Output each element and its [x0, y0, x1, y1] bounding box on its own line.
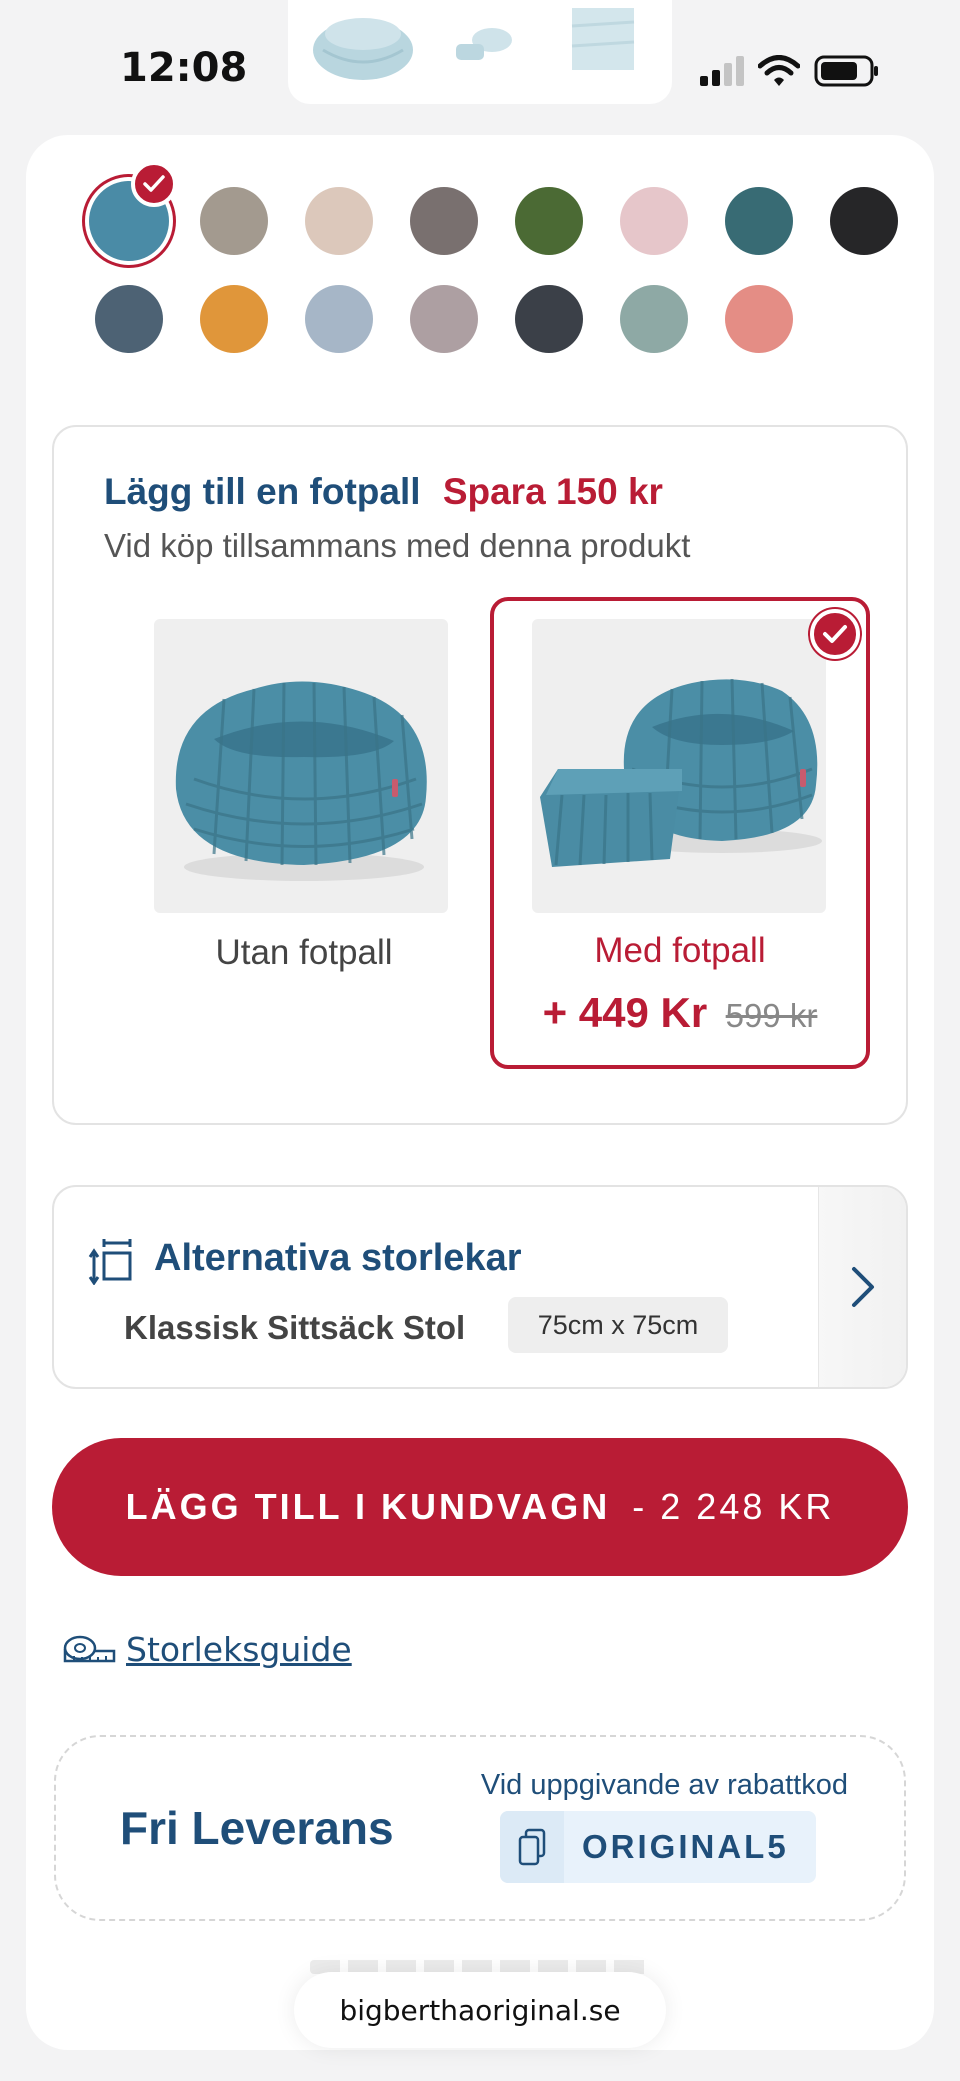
discount-code-label: Vid uppgivande av rabattkod — [480, 1769, 848, 1801]
alternative-sizes[interactable]: Alternativa storlekar Klassisk Sittsäck … — [52, 1185, 908, 1389]
wifi-icon — [758, 55, 800, 86]
color-swatch[interactable] — [725, 187, 793, 255]
color-swatch[interactable] — [305, 187, 373, 255]
product-image-strip — [288, 0, 672, 104]
color-swatch[interactable] — [200, 285, 268, 353]
color-swatch[interactable] — [305, 285, 373, 353]
free-delivery-banner: Fri Leverans Vid uppgivande av rabattkod… — [54, 1735, 906, 1921]
color-swatch[interactable] — [830, 187, 898, 255]
footrest-title: Lägg till en fotpall — [104, 471, 421, 512]
color-swatch[interactable] — [95, 285, 163, 353]
size-dimensions-badge: 75cm x 75cm — [508, 1297, 728, 1353]
resize-icon — [88, 1239, 132, 1285]
footrest-save-badge: Spara 150 kr — [442, 471, 663, 512]
discount-code-box[interactable]: ORIGINAL5 — [500, 1811, 816, 1883]
product-card: Lägg till en fotpall Spara 150 kr Vid kö… — [26, 135, 934, 2050]
product-thumbnail-beanbag-footrest[interactable] — [448, 18, 520, 68]
copy-code-button[interactable] — [500, 1811, 564, 1883]
beanbag-image — [154, 619, 448, 913]
footrest-upsell: Lägg till en fotpall Spara 150 kr Vid kö… — [52, 425, 908, 1125]
signal-icon — [700, 56, 744, 86]
option-price: + 449 Kr 599 kr — [494, 989, 866, 1037]
price-new: + 449 Kr — [542, 989, 708, 1036]
sizes-title: Alternativa storlekar — [154, 1237, 522, 1279]
selected-check-icon — [810, 609, 860, 659]
price-old: 599 kr — [725, 997, 818, 1034]
color-swatch[interactable] — [620, 187, 688, 255]
option-with-footrest[interactable]: Med fotpall + 449 Kr 599 kr — [490, 597, 870, 1069]
color-swatch[interactable] — [725, 285, 793, 353]
color-swatch[interactable] — [410, 285, 478, 353]
status-bar: 12:08 — [0, 0, 960, 135]
chevron-right-icon — [851, 1267, 874, 1307]
tape-measure-icon — [63, 1635, 116, 1662]
option-without-footrest[interactable]: Utan fotpall — [114, 597, 494, 1069]
status-time: 12:08 — [120, 45, 248, 91]
browser-url-bar[interactable]: bigberthaoriginal.se — [294, 1972, 666, 2048]
color-swatch[interactable] — [200, 187, 268, 255]
footrest-subtitle: Vid köp tillsammans med denna produkt — [104, 527, 691, 564]
color-swatch[interactable] — [620, 285, 688, 353]
option-label: Med fotpall — [594, 931, 766, 970]
copy-icon — [518, 1828, 546, 1866]
discount-code: ORIGINAL5 — [582, 1828, 789, 1865]
option-label: Utan fotpall — [215, 933, 393, 972]
sizes-product-name: Klassisk Sittsäck Stol — [124, 1309, 466, 1346]
add-to-cart-price: - 2 248 KR — [632, 1486, 835, 1527]
add-to-cart-label: LÄGG TILL I KUNDVAGN — [125, 1486, 611, 1527]
color-swatch[interactable] — [515, 187, 583, 255]
product-thumbnail-beanbag[interactable] — [308, 4, 418, 84]
color-swatch[interactable] — [410, 187, 478, 255]
delivery-title: Fri Leverans — [120, 1802, 394, 1854]
size-guide-label: Storleksguide — [126, 1630, 352, 1669]
sizes-next-button[interactable] — [818, 1187, 906, 1387]
battery-icon — [814, 55, 878, 87]
add-to-cart-button[interactable]: LÄGG TILL I KUNDVAGN - 2 248 KR — [52, 1438, 908, 1576]
size-guide-link[interactable]: Storleksguide — [62, 1630, 352, 1669]
status-icons — [700, 54, 880, 88]
selected-check-icon — [131, 161, 177, 207]
color-swatch[interactable] — [515, 285, 583, 353]
product-thumbnail-fabric[interactable] — [568, 6, 638, 72]
footrest-heading: Lägg till en fotpall Spara 150 kr — [104, 471, 663, 513]
beanbag-footrest-image — [532, 619, 826, 913]
